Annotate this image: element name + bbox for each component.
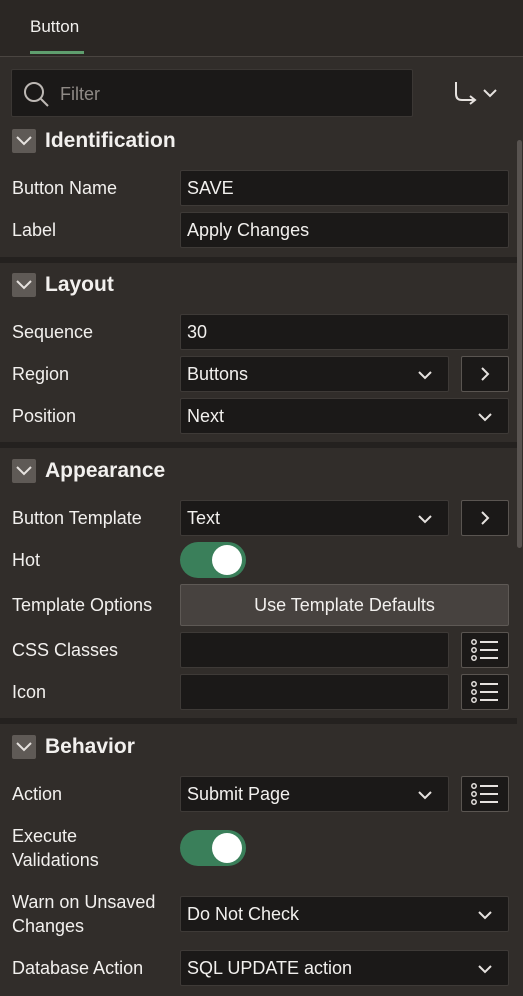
toggle-knob: [212, 545, 242, 575]
chevron-down-icon: [478, 965, 492, 974]
group-divider: [0, 442, 517, 448]
region-value: Buttons: [187, 364, 249, 384]
chevron-down-icon: [12, 459, 36, 483]
action-value: Submit Page: [187, 784, 291, 804]
button-template-label: Button Template: [12, 508, 142, 528]
toggle-knob: [212, 833, 242, 863]
region-select[interactable]: Buttons: [180, 356, 449, 392]
filter-placeholder: Filter: [60, 84, 100, 104]
css-classes-field[interactable]: [180, 632, 449, 668]
button-name-label: Button Name: [12, 178, 118, 198]
button-name-value: SAVE: [187, 178, 234, 198]
group-header-layout[interactable]: Layout: [12, 271, 114, 299]
action-list-button[interactable]: [461, 776, 509, 812]
sequence-value: 30: [187, 322, 208, 342]
warn-unsaved-label: Warn on Unsaved Changes: [12, 890, 155, 938]
warn-unsaved-label-line1: Warn on Unsaved: [12, 892, 156, 912]
list-icon: [471, 639, 498, 661]
filter-input[interactable]: Filter: [11, 69, 413, 117]
database-action-value: SQL UPDATE action: [187, 958, 353, 978]
tab-button[interactable]: Button: [30, 17, 79, 37]
group-header-identification[interactable]: Identification: [12, 127, 176, 155]
group-header-behavior[interactable]: Behavior: [12, 733, 135, 761]
warn-unsaved-value: Do Not Check: [187, 904, 300, 924]
group-title: Behavior: [45, 735, 135, 758]
execute-validations-label-line1: Execute: [12, 826, 78, 846]
execute-validations-label-line2: Validations: [12, 850, 99, 870]
chevron-right-icon: [481, 511, 490, 525]
action-select[interactable]: Submit Page: [180, 776, 449, 812]
chevron-down-icon: [12, 129, 36, 153]
tab-bar: Button: [0, 0, 523, 57]
tab-active-indicator: [30, 51, 84, 54]
execute-validations-label: Execute Validations: [12, 824, 99, 872]
hot-label: Hot: [12, 550, 41, 570]
label-label: Label: [12, 220, 57, 240]
css-classes-label: CSS Classes: [12, 640, 119, 660]
scrollbar[interactable]: [517, 140, 522, 548]
chevron-down-icon: [418, 791, 432, 800]
sequence-field[interactable]: 30: [180, 314, 509, 350]
sequence-label: Sequence: [12, 322, 94, 342]
icon-field[interactable]: [180, 674, 449, 710]
button-name-field[interactable]: SAVE: [180, 170, 509, 206]
template-options-label: Template Options: [12, 595, 153, 615]
group-title: Layout: [45, 273, 114, 296]
chevron-down-icon: [12, 735, 36, 759]
execute-validations-toggle[interactable]: [180, 830, 246, 866]
css-classes-list-button[interactable]: [461, 632, 509, 668]
icon-list-button[interactable]: [461, 674, 509, 710]
position-value: Next: [187, 406, 225, 426]
database-action-select[interactable]: SQL UPDATE action: [180, 950, 509, 986]
hot-toggle[interactable]: [180, 542, 246, 578]
warn-unsaved-select[interactable]: Do Not Check: [180, 896, 509, 932]
label-value: Apply Changes: [187, 220, 310, 240]
group-divider: [0, 718, 517, 724]
button-template-select[interactable]: Text: [180, 500, 449, 536]
label-field[interactable]: Apply Changes: [180, 212, 509, 248]
button-template-goto-button[interactable]: [461, 500, 509, 536]
group-header-appearance[interactable]: Appearance: [12, 457, 165, 485]
search-icon: [24, 82, 49, 107]
chevron-down-icon: [418, 371, 432, 380]
use-template-defaults-button[interactable]: Use Template Defaults: [180, 584, 509, 626]
chevron-down-icon: [12, 273, 36, 297]
icon-label: Icon: [12, 682, 47, 702]
position-select[interactable]: Next: [180, 398, 509, 434]
chevron-down-icon: [418, 515, 432, 524]
chevron-down-icon: [478, 911, 492, 920]
list-icon: [471, 783, 498, 805]
button-template-value: Text: [187, 508, 221, 528]
chevron-right-icon: [481, 367, 490, 381]
database-action-label: Database Action: [12, 958, 144, 978]
group-title: Appearance: [45, 459, 166, 482]
position-label: Position: [12, 406, 77, 426]
action-label: Action: [12, 784, 63, 804]
goto-group-icon[interactable]: [450, 80, 500, 106]
warn-unsaved-label-line2: Changes: [12, 916, 85, 936]
list-icon: [471, 681, 498, 703]
chevron-down-icon: [478, 413, 492, 422]
region-goto-button[interactable]: [461, 356, 509, 392]
region-label: Region: [12, 364, 70, 384]
group-divider: [0, 257, 517, 263]
group-title: Identification: [45, 129, 176, 152]
